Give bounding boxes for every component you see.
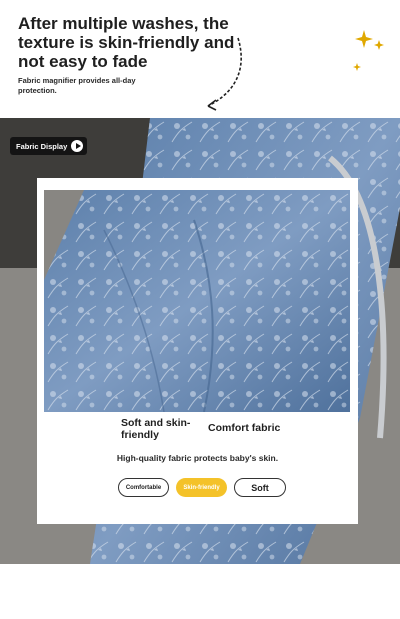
feature-comfort-label: Comfort fabric bbox=[208, 422, 281, 434]
curved-arrow-icon bbox=[207, 37, 242, 111]
feature-card: Soft and skin-friendly Comfort fabric Hi… bbox=[37, 178, 358, 524]
tagline: High-quality fabric protects baby's skin… bbox=[116, 453, 279, 463]
play-icon[interactable] bbox=[71, 140, 84, 152]
badge-label: Fabric Display bbox=[16, 141, 68, 151]
feature-soft-label: Soft and skin-friendly bbox=[121, 417, 191, 441]
skin-friendly-pill[interactable]: Skin-friendly bbox=[176, 478, 227, 497]
soft-pill[interactable]: Soft bbox=[234, 478, 286, 497]
header-section: After multiple washes, the texture is sk… bbox=[0, 0, 400, 118]
fabric-display-badge[interactable]: Fabric Display bbox=[10, 137, 88, 155]
jeans-closeup-photo bbox=[44, 190, 350, 412]
comfortable-pill[interactable]: Comfortable bbox=[118, 478, 169, 497]
sparkle-icon bbox=[353, 30, 384, 71]
subheadline: Fabric magnifier provides all-day protec… bbox=[18, 76, 136, 95]
